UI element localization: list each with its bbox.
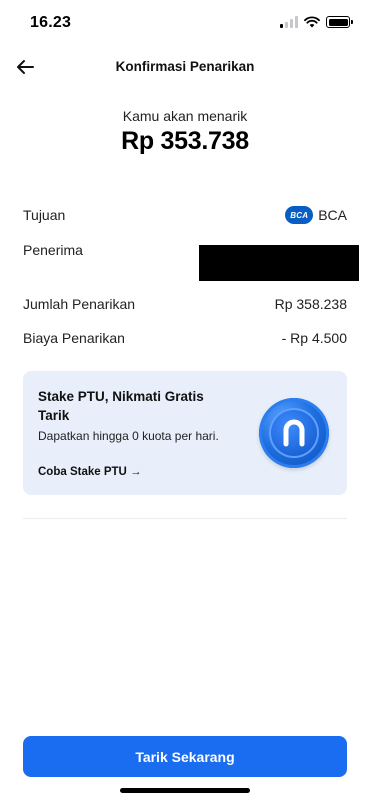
promo-title: Stake PTU, Nikmati Gratis Tarik (38, 389, 204, 423)
ptu-coin-icon (259, 398, 329, 468)
jumlah-value: Rp 358.238 (274, 296, 347, 312)
withdraw-now-button[interactable]: Tarik Sekarang (23, 736, 347, 777)
page-title: Konfirmasi Penarikan (115, 59, 255, 74)
bca-logo-icon: BCA (285, 206, 314, 224)
battery-icon (326, 16, 353, 28)
detail-row-biaya: Biaya Penarikan - Rp 4.500 (23, 328, 347, 348)
detail-row-tujuan: Tujuan BCA BCA (23, 204, 347, 226)
penerima-label: Penerima (23, 242, 83, 258)
amount-value: Rp 353.738 (121, 127, 249, 155)
divider (23, 518, 347, 519)
biaya-label: Biaya Penarikan (23, 330, 125, 346)
amount-label: Kamu akan menarik (122, 108, 248, 124)
promo-description: Dapatkan hingga 0 kuota per hari. (38, 429, 219, 443)
status-icons (280, 16, 353, 28)
home-indicator (120, 788, 250, 793)
promo-link[interactable]: Coba Stake PTU → (38, 466, 142, 478)
withdraw-amount-block: Kamu akan menarik Rp 353.738 (0, 108, 370, 156)
nav-bar: Konfirmasi Penarikan (0, 50, 370, 84)
bank-name: BCA (318, 207, 347, 223)
tujuan-label: Tujuan (23, 207, 66, 223)
wifi-icon (304, 16, 320, 28)
bank-destination: BCA BCA (285, 206, 347, 224)
promo-card[interactable]: Stake PTU, Nikmati Gratis Tarik Dapatkan… (23, 371, 347, 495)
status-bar: 16.23 (0, 0, 370, 44)
status-time: 16.23 (30, 14, 72, 31)
jumlah-label: Jumlah Penarikan (23, 296, 136, 312)
signal-icon (280, 16, 298, 28)
redacted-recipient-name (199, 245, 359, 281)
biaya-value: - Rp 4.500 (281, 330, 347, 346)
detail-row-jumlah: Jumlah Penarikan Rp 358.238 (23, 294, 347, 314)
